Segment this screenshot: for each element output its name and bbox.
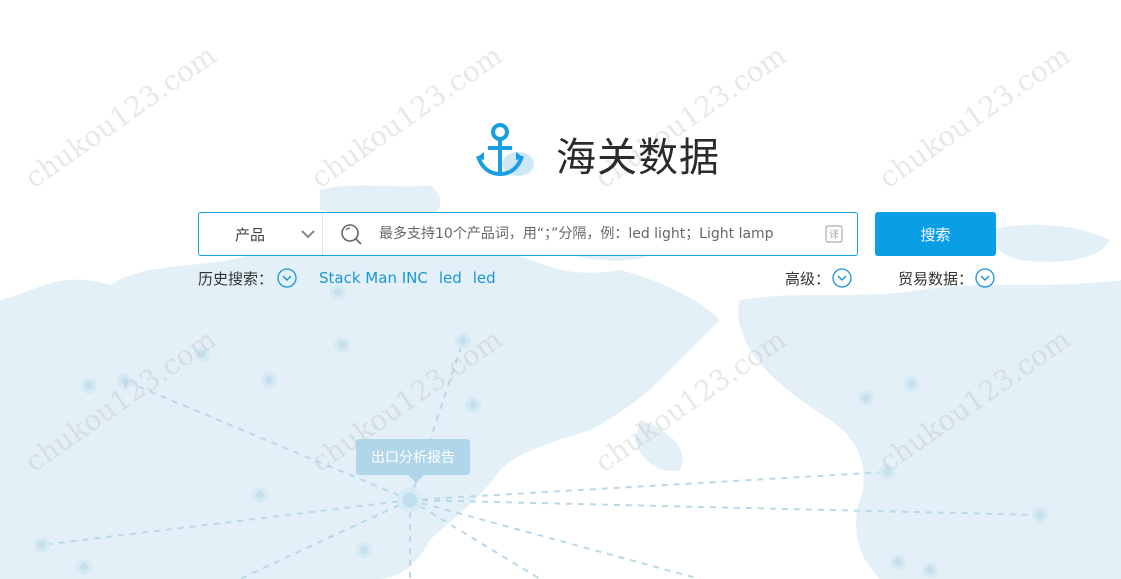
world-map-background [0, 185, 1121, 579]
search-icon [341, 224, 362, 245]
search-button[interactable]: 搜索 [875, 212, 996, 256]
search-type-select[interactable]: 产品 [199, 213, 323, 255]
history-item[interactable]: Stack Man INC [319, 269, 428, 287]
search-history: 历史搜索： Stack Man INC led led [198, 267, 496, 289]
history-label: 历史搜索： [198, 269, 274, 288]
history-item[interactable]: led [473, 269, 496, 287]
site-logo: 海关数据 [474, 122, 720, 186]
page-title: 海关数据 [556, 135, 720, 181]
advanced-label: 高级： [785, 269, 831, 288]
chevron-down-icon[interactable] [975, 268, 995, 288]
trade-data-toggle: 贸易数据： [898, 267, 995, 289]
export-report-tooltip[interactable]: 出口分析报告 [356, 439, 470, 483]
search-input[interactable] [377, 214, 819, 254]
chevron-down-icon[interactable] [277, 268, 297, 288]
translate-icon[interactable]: 译 [825, 225, 843, 243]
search-bar: 产品 译 [198, 212, 858, 256]
chevron-down-icon [301, 230, 315, 239]
svg-text:译: 译 [829, 229, 839, 241]
chevron-down-icon[interactable] [832, 268, 852, 288]
anchor-icon [474, 122, 538, 186]
trade-data-label: 贸易数据： [898, 269, 974, 288]
advanced-toggle: 高级： [785, 267, 852, 289]
history-item[interactable]: led [439, 269, 462, 287]
search-type-label: 产品 [235, 225, 266, 244]
